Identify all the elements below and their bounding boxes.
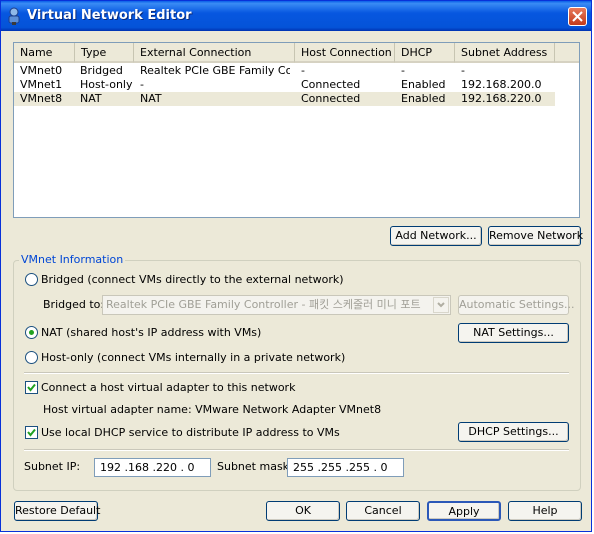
column-header-type[interactable]: Type <box>75 43 134 63</box>
cell-dhcp: - <box>401 64 405 77</box>
column-header-host-connection[interactable]: Host Connection <box>295 43 395 63</box>
cell-subnet: - <box>461 64 465 77</box>
checkmark-icon <box>27 383 36 392</box>
network-editor-icon <box>8 7 20 25</box>
bridged-radio[interactable] <box>25 273 38 286</box>
separator <box>24 449 569 451</box>
bridged-to-select[interactable]: Realtek PCIe GBE Family Controller - 패킷 … <box>102 295 451 315</box>
radio-selected-dot <box>29 330 34 335</box>
cell-subnet: 192.168.220.0 <box>461 92 542 105</box>
subnet-ip-field[interactable]: 192 .168 .220 . 0 <box>94 458 211 477</box>
column-header-dhcp[interactable]: DHCP <box>395 43 455 63</box>
cell-external: - <box>140 78 144 91</box>
help-button[interactable]: Help <box>508 501 582 521</box>
dhcp-service-label[interactable]: Use local DHCP service to distribute IP … <box>41 426 340 440</box>
network-row-vmnet1[interactable]: VMnet1 Host-only - Connected Enabled 192… <box>14 78 555 92</box>
nat-label[interactable]: NAT (shared host's IP address with VMs) <box>41 326 261 340</box>
cancel-button[interactable]: Cancel <box>346 501 420 521</box>
cell-host: Connected <box>301 78 361 91</box>
cell-external: NAT <box>140 92 162 105</box>
bridged-to-value: Realtek PCIe GBE Family Controller - 패킷 … <box>106 298 421 311</box>
connect-host-adapter-checkbox[interactable] <box>25 381 38 394</box>
column-header-filler <box>555 43 579 63</box>
checkmark-icon <box>27 428 36 437</box>
cell-host: - <box>301 64 305 77</box>
network-list[interactable]: Name Type External Connection Host Conne… <box>13 42 580 218</box>
close-button[interactable] <box>568 7 587 26</box>
cell-dhcp: Enabled <box>401 78 446 91</box>
nat-radio[interactable] <box>25 326 38 339</box>
cell-name: VMnet1 <box>20 78 63 91</box>
cell-dhcp: Enabled <box>401 92 446 105</box>
cell-external: Realtek PCIe GBE Family Co... <box>140 64 290 77</box>
column-header-external-connection[interactable]: External Connection <box>134 43 295 63</box>
host-only-radio[interactable] <box>25 351 38 364</box>
virtual-network-editor-window: Virtual Network Editor Name Type Externa… <box>0 0 592 532</box>
cell-name: VMnet0 <box>20 64 63 77</box>
subnet-ip-label: Subnet IP: <box>24 460 81 473</box>
dhcp-settings-button[interactable]: DHCP Settings... <box>458 422 569 442</box>
dropdown-arrow[interactable] <box>433 297 449 313</box>
add-network-button[interactable]: Add Network... <box>390 226 482 246</box>
cell-type: Bridged <box>80 64 123 77</box>
separator <box>24 372 569 374</box>
cell-type: Host-only <box>80 78 133 91</box>
restore-default-button[interactable]: Restore Default <box>14 501 100 521</box>
cell-type: NAT <box>80 92 102 105</box>
network-row-vmnet0[interactable]: VMnet0 Bridged Realtek PCIe GBE Family C… <box>14 64 555 78</box>
window-title: Virtual Network Editor <box>27 8 192 23</box>
apply-button[interactable]: Apply <box>427 501 501 521</box>
chevron-down-icon <box>437 302 445 308</box>
column-header-subnet-address[interactable]: Subnet Address <box>455 43 555 63</box>
remove-network-button[interactable]: Remove Network <box>488 226 583 246</box>
host-only-label[interactable]: Host-only (connect VMs internally in a p… <box>41 351 345 365</box>
cell-host: Connected <box>301 92 361 105</box>
network-row-vmnet8[interactable]: VMnet8 NAT NAT Connected Enabled 192.168… <box>14 92 555 106</box>
nat-settings-button[interactable]: NAT Settings... <box>458 323 569 343</box>
automatic-settings-button[interactable]: Automatic Settings... <box>458 295 575 315</box>
bridged-label[interactable]: Bridged (connect VMs directly to the ext… <box>41 273 344 287</box>
subnet-mask-field[interactable]: 255 .255 .255 . 0 <box>287 458 404 477</box>
close-icon <box>572 11 583 22</box>
cell-name: VMnet8 <box>20 92 63 105</box>
bridged-to-label: Bridged to: <box>43 298 105 311</box>
vmnet-information-title: VMnet Information <box>19 253 126 266</box>
connect-host-adapter-label[interactable]: Connect a host virtual adapter to this n… <box>41 381 295 395</box>
ok-button[interactable]: OK <box>266 501 340 521</box>
dhcp-service-checkbox[interactable] <box>25 426 38 439</box>
title-bar[interactable]: Virtual Network Editor <box>1 1 591 31</box>
subnet-mask-label: Subnet mask: <box>217 460 293 473</box>
cell-subnet: 192.168.200.0 <box>461 78 542 91</box>
column-header-name[interactable]: Name <box>14 43 75 63</box>
host-adapter-name: Host virtual adapter name: VMware Networ… <box>43 403 382 416</box>
